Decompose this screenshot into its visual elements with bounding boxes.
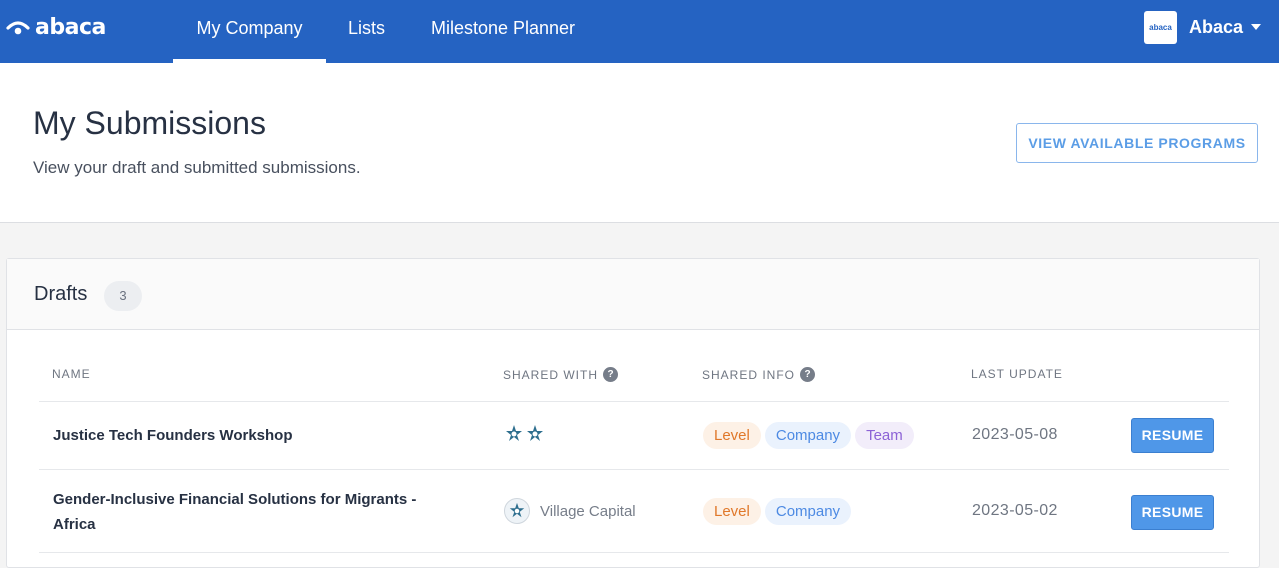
- logo-text: abaca: [35, 14, 106, 40]
- organization-avatar: [504, 498, 530, 524]
- drafts-title: Drafts: [34, 283, 88, 305]
- page-header: My Submissions View your draft and submi…: [0, 63, 1279, 223]
- avatar-text: abaca: [1149, 22, 1172, 32]
- row-divider: [39, 401, 1229, 402]
- column-header-label: SHARED INFO: [702, 367, 796, 382]
- abaca-logo-icon: [6, 16, 30, 38]
- nav-tab-milestone-planner[interactable]: Milestone Planner: [416, 0, 590, 63]
- tag-company: Company: [764, 422, 852, 449]
- tag-level: Level: [703, 422, 761, 449]
- view-available-programs-button[interactable]: VIEW AVAILABLE PROGRAMS: [1016, 123, 1258, 163]
- tag-company: Company: [764, 498, 852, 525]
- row-divider: [39, 469, 1229, 470]
- shared-with-organization: Village Capital: [504, 498, 636, 524]
- company-avatar: abaca: [1143, 10, 1177, 44]
- page-subtitle: View your draft and submitted submission…: [33, 158, 361, 177]
- last-update-date: 2023-05-08: [972, 426, 1058, 443]
- shared-with-logos: [504, 424, 546, 444]
- shared-info-tags: Level Company Team: [703, 422, 918, 449]
- column-header-last-update[interactable]: LAST UPDATE: [971, 367, 1063, 381]
- help-icon[interactable]: ?: [800, 367, 816, 382]
- nav-tab-label: My Company: [196, 18, 303, 38]
- column-header-label: NAME: [52, 367, 91, 381]
- tag-level: Level: [703, 498, 761, 525]
- organization-logo-icon: [509, 502, 525, 518]
- column-header-shared-with: SHARED WITH ?: [503, 367, 618, 382]
- nav-tab-label: Lists: [347, 18, 385, 38]
- tag-team: Team: [855, 422, 914, 449]
- resume-button[interactable]: RESUME: [1131, 418, 1214, 453]
- help-icon[interactable]: ?: [603, 367, 618, 382]
- column-header-shared-info: SHARED INFO ?: [702, 367, 816, 382]
- column-header-label: LAST UPDATE: [971, 367, 1063, 381]
- drafts-count-badge: 3: [104, 281, 142, 311]
- drafts-card-header: Drafts 3: [7, 259, 1259, 330]
- shared-info-tags: Level Company: [703, 498, 855, 525]
- top-navigation: abaca My Company Lists Milestone Planner…: [0, 0, 1279, 63]
- column-header-label: SHARED WITH: [503, 367, 598, 382]
- drafts-card: Drafts 3 NAME SHARED WITH ? SHARED INFO …: [6, 258, 1260, 568]
- resume-button[interactable]: RESUME: [1131, 495, 1214, 530]
- nav-tab-lists[interactable]: Lists: [334, 0, 399, 63]
- nav-tab-my-company[interactable]: My Company: [173, 0, 326, 63]
- organization-logo-icon: [506, 425, 522, 441]
- submission-name[interactable]: Gender-Inclusive Financial Solutions for…: [53, 487, 443, 537]
- organization-logo-icon: [527, 425, 543, 441]
- caret-down-icon: [1251, 24, 1261, 30]
- submission-name[interactable]: Justice Tech Founders Workshop: [53, 423, 443, 448]
- column-header-name[interactable]: NAME: [52, 367, 91, 381]
- last-update-date: 2023-05-02: [972, 502, 1058, 519]
- nav-tab-label: Milestone Planner: [430, 18, 576, 38]
- user-name: Abaca: [1188, 16, 1243, 37]
- user-menu[interactable]: abaca Abaca: [1143, 10, 1261, 44]
- abaca-logo[interactable]: abaca: [6, 12, 106, 42]
- page-title: My Submissions: [33, 105, 266, 141]
- organization-name: Village Capital: [540, 502, 636, 520]
